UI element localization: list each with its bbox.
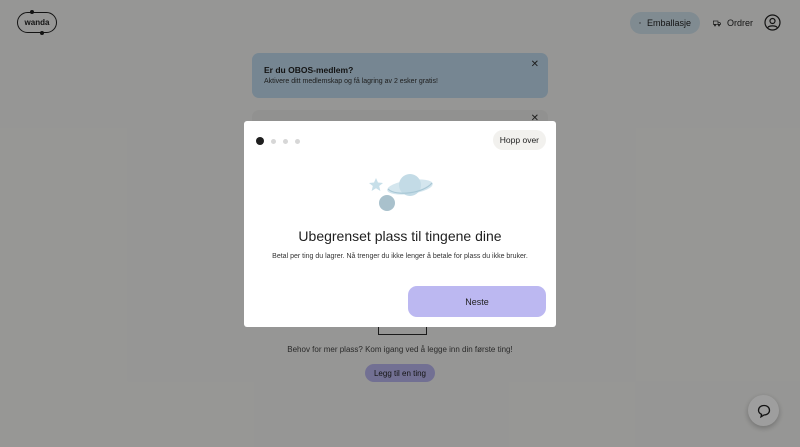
planet-illustration <box>369 174 433 211</box>
skip-label: Hopp over <box>499 135 539 145</box>
onboarding-modal: Hopp over Ubegrenset plass til tingene d… <box>244 121 556 327</box>
skip-button[interactable]: Hopp over <box>492 130 546 150</box>
next-button[interactable]: Neste <box>408 286 546 317</box>
next-label: Neste <box>465 296 489 307</box>
step-dot-2 <box>271 138 276 144</box>
step-indicator <box>256 137 300 145</box>
modal-title: Ubegrenset plass til tingene dine <box>298 228 502 244</box>
step-dot-1 <box>256 137 264 145</box>
step-dot-3 <box>283 138 288 144</box>
star-icon <box>369 178 383 191</box>
step-dot-4 <box>295 138 300 144</box>
modal-body-text: Betal per ting du lagrer. Nå trenger du … <box>272 253 528 260</box>
